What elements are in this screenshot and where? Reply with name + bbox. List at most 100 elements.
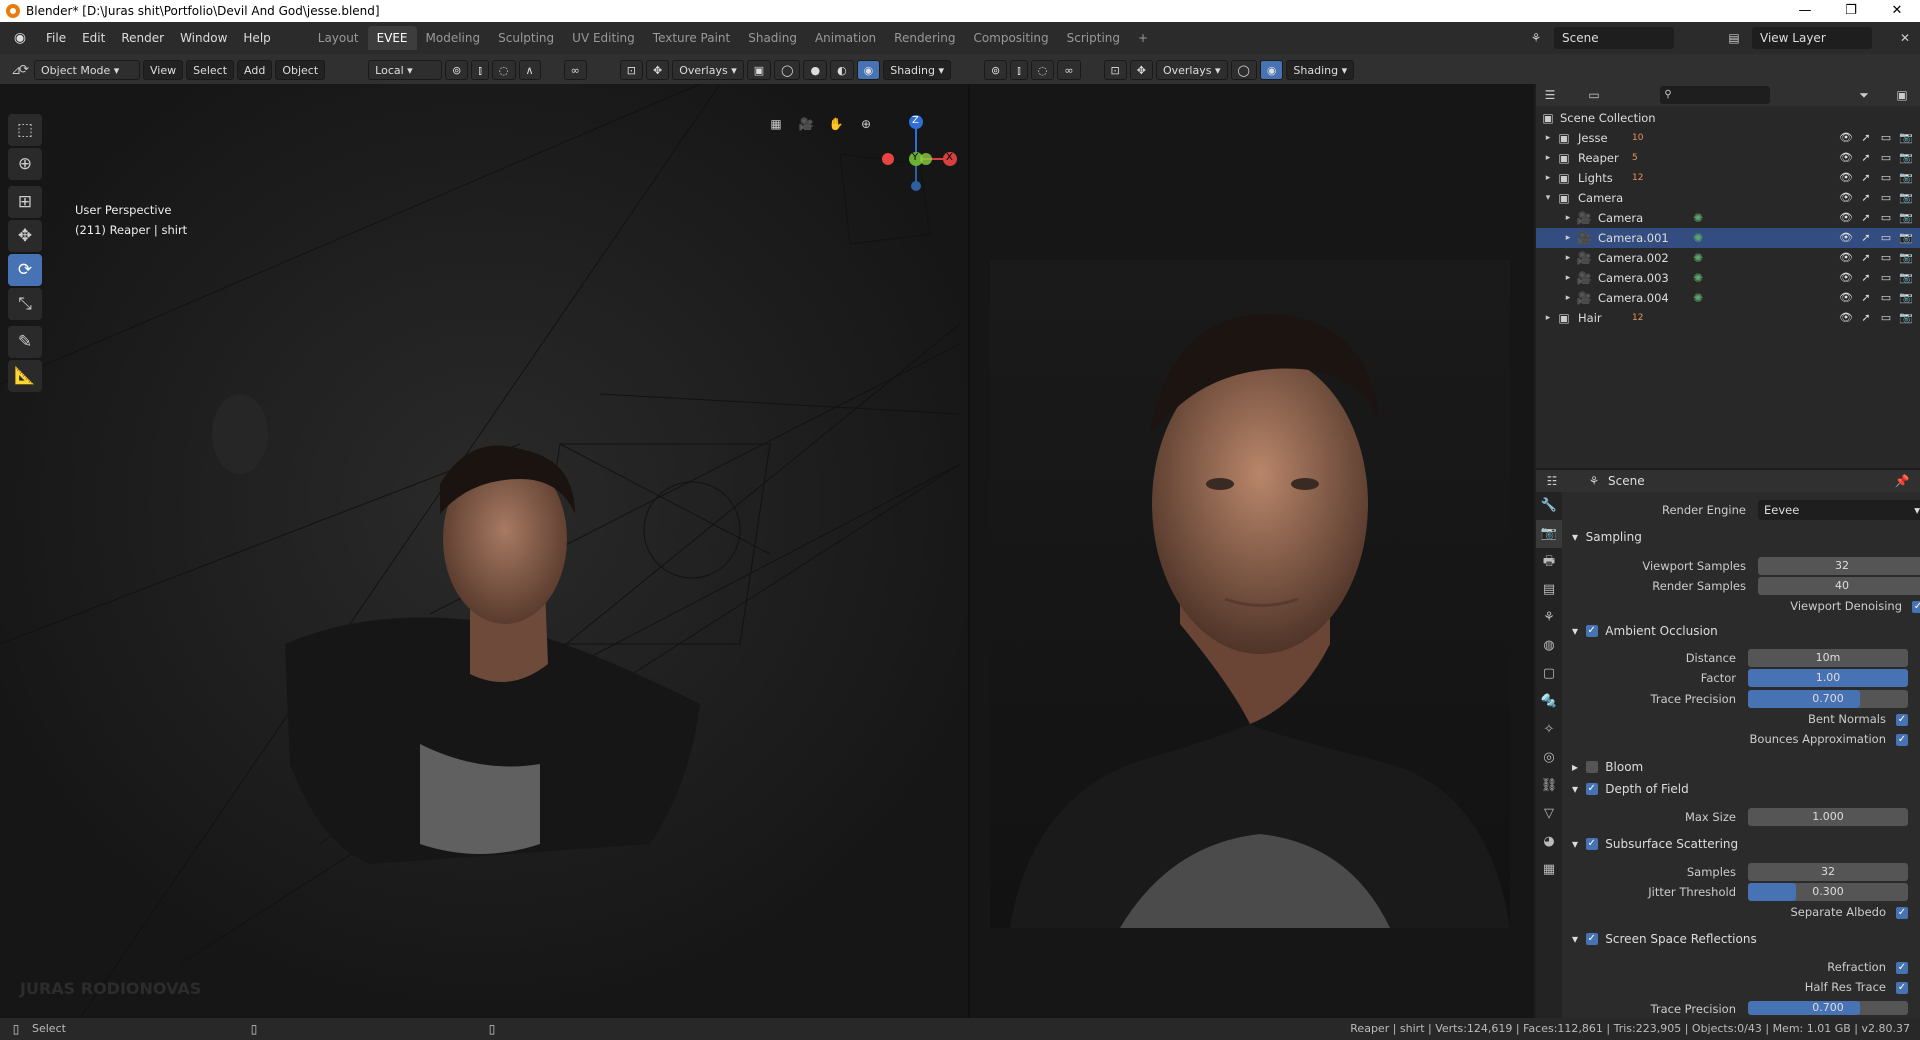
eye-icon[interactable]: 👁	[1838, 170, 1854, 186]
eye-icon[interactable]: 👁	[1838, 250, 1854, 266]
ao-checkbox[interactable]: ✓	[1585, 625, 1598, 637]
viewport-display-icon[interactable]: ▭	[1878, 210, 1894, 226]
tab-shading[interactable]: Shading	[739, 26, 806, 50]
eye-icon[interactable]: 👁	[1838, 290, 1854, 306]
pan-hand-icon[interactable]: ✋	[828, 116, 844, 132]
tab-rendering[interactable]: Rendering	[885, 26, 964, 50]
blender-menu-icon[interactable]: ◉	[10, 28, 30, 48]
minimize-button[interactable]: —	[1782, 0, 1828, 22]
menu-edit[interactable]: Edit	[74, 26, 113, 50]
xray-icon[interactable]: ▣	[746, 60, 772, 80]
scene-collection-row[interactable]: ▣ Scene Collection	[1536, 108, 1920, 128]
ssr-checkbox[interactable]: ✓	[1585, 933, 1598, 945]
factor-field[interactable]: 1.00	[1748, 669, 1908, 687]
menu-add[interactable]: Add	[237, 60, 273, 80]
pivot-icon[interactable]: ⊚	[445, 60, 469, 80]
sampling-section[interactable]: ▾ Sampling	[1572, 530, 1642, 544]
trace-precision-field[interactable]: 0.700	[1748, 690, 1908, 708]
camera-data-icon[interactable]: ✺	[1690, 230, 1706, 246]
render-camera-icon[interactable]: 📷	[1898, 230, 1914, 246]
output-props-icon[interactable]: 🖶	[1536, 548, 1562, 576]
shading-wire-icon[interactable]: ◯	[774, 60, 801, 80]
half-res-checkbox[interactable]: ✓	[1896, 982, 1908, 994]
camera-data-icon[interactable]: ✺	[1690, 290, 1706, 306]
texture-props-icon[interactable]: ▦	[1536, 856, 1562, 884]
viewport-display-icon[interactable]: ▭	[1878, 290, 1894, 306]
select-arrow-icon[interactable]: ➚	[1858, 170, 1874, 186]
link2-icon[interactable]: ∞	[1057, 60, 1081, 80]
viewport-display-icon[interactable]: ▭	[1878, 150, 1894, 166]
select-arrow-icon[interactable]: ➚	[1858, 270, 1874, 286]
disclosure-closed-icon[interactable]: ▸	[1540, 310, 1556, 326]
sss-section[interactable]: ▾ ✓ Subsurface Scattering	[1572, 837, 1738, 851]
camera-data-icon[interactable]: ✺	[1690, 250, 1706, 266]
visibility2-icon[interactable]: ⊡	[1103, 60, 1127, 80]
object-mode-dropdown[interactable]: Object Mode ▾	[34, 60, 140, 80]
gizmo2-toggle-icon[interactable]: ✥	[1129, 60, 1153, 80]
viewport-main[interactable]: User Perspective (211) Reaper | shirt JU…	[0, 84, 968, 1018]
outliner-search-input[interactable]: ⚲	[1660, 86, 1770, 104]
object-props-icon[interactable]: ▢	[1536, 660, 1562, 688]
menu-render[interactable]: Render	[113, 26, 172, 50]
render-engine-dropdown[interactable]: Eevee ▾	[1758, 500, 1920, 520]
outliner-row[interactable]: ▸ 🎥 Camera.003 ✺ 👁 ➚ ▭ 📷	[1536, 268, 1920, 288]
overlays2-dropdown[interactable]: Overlays ▾	[1155, 60, 1228, 80]
outliner-row[interactable]: ▸ 🎥 Camera.004 ✺ 👁 ➚ ▭ 📷	[1536, 288, 1920, 308]
constraints-props-icon[interactable]: ⛓	[1536, 772, 1562, 800]
render-camera-icon[interactable]: 📷	[1898, 170, 1914, 186]
menu-file[interactable]: File	[38, 26, 74, 50]
physics-props-icon[interactable]: ◎	[1536, 744, 1562, 772]
menu-select[interactable]: Select	[186, 60, 235, 80]
annotate-tool-icon[interactable]: ✎	[8, 326, 42, 358]
tab-compositing[interactable]: Compositing	[964, 26, 1057, 50]
shading2-rendered-icon[interactable]: ◉	[1259, 60, 1284, 80]
bloom-section[interactable]: ▸ Bloom	[1572, 760, 1643, 774]
tab-scripting[interactable]: Scripting	[1058, 26, 1129, 50]
tab-modeling[interactable]: Modeling	[417, 26, 490, 50]
new-collection-icon[interactable]: ▣	[1894, 87, 1910, 103]
bloom-checkbox[interactable]	[1585, 761, 1598, 773]
pivot2-icon[interactable]: ⊚	[984, 60, 1008, 80]
shading-rendered-icon[interactable]: ◉	[856, 60, 881, 80]
disclosure-closed-icon[interactable]: ▸	[1560, 270, 1576, 286]
ssr-section[interactable]: ▾ ✓ Screen Space Reflections	[1572, 932, 1757, 946]
shading2-dropdown[interactable]: Shading ▾	[1286, 60, 1355, 80]
eye-icon[interactable]: 👁	[1838, 130, 1854, 146]
disclosure-closed-icon[interactable]: ▸	[1560, 210, 1576, 226]
distance-field[interactable]: 10m	[1748, 649, 1908, 667]
tool-props-icon[interactable]: 🔧	[1536, 492, 1562, 520]
shading-material-icon[interactable]: ◐	[830, 60, 854, 80]
render-samples-field[interactable]: 40	[1758, 577, 1920, 595]
grid-toggle-icon[interactable]: ▦	[768, 116, 788, 136]
disclosure-closed-icon[interactable]: ▸	[1560, 250, 1576, 266]
viewport-display-icon[interactable]: ▭	[1878, 310, 1894, 326]
jitter-threshold-field[interactable]: 0.300	[1748, 883, 1908, 901]
viewport-display-icon[interactable]: ▭	[1878, 170, 1894, 186]
disclosure-closed-icon[interactable]: ▸	[1560, 230, 1576, 246]
camera-data-icon[interactable]: ✺	[1690, 210, 1706, 226]
outliner-row[interactable]: ▸ ▣ Jesse 10 👁 ➚ ▭ 📷	[1536, 128, 1920, 148]
eye-icon[interactable]: 👁	[1838, 310, 1854, 326]
ssr-trace-field[interactable]: 0.700	[1748, 1001, 1908, 1015]
proportional2-icon[interactable]: ◌	[1030, 60, 1055, 80]
select-arrow-icon[interactable]: ➚	[1858, 150, 1874, 166]
tab-layout[interactable]: Layout	[309, 26, 368, 50]
outliner-editor-icon[interactable]: ☰	[1542, 87, 1558, 103]
shading-dropdown[interactable]: Shading ▾	[883, 60, 951, 80]
world-props-icon[interactable]: ◍	[1536, 632, 1562, 660]
overlays-dropdown[interactable]: Overlays ▾	[672, 60, 744, 80]
render-camera-icon[interactable]: 📷	[1898, 150, 1914, 166]
add-workspace-button[interactable]: +	[1129, 26, 1157, 50]
ao-section[interactable]: ▾ ✓ Ambient Occlusion	[1572, 624, 1718, 638]
select-arrow-icon[interactable]: ➚	[1858, 190, 1874, 206]
outliner-row[interactable]: ▸ 🎥 Camera.001 ✺ 👁 ➚ ▭ 📷	[1536, 228, 1920, 248]
tab-texture-paint[interactable]: Texture Paint	[644, 26, 739, 50]
display-mode-icon[interactable]: ▭	[1586, 87, 1602, 103]
refraction-checkbox[interactable]: ✓	[1896, 962, 1908, 974]
properties-editor-icon[interactable]: ☷	[1544, 473, 1560, 489]
modifier-props-icon[interactable]: 🔩	[1536, 688, 1562, 716]
select-arrow-icon[interactable]: ➚	[1858, 130, 1874, 146]
outliner-row[interactable]: ▾ ▣ Camera 👁 ➚ ▭ 📷	[1536, 188, 1920, 208]
bent-normals-checkbox[interactable]: ✓	[1896, 714, 1908, 726]
close-scene-icon[interactable]: ✕	[1897, 30, 1913, 46]
